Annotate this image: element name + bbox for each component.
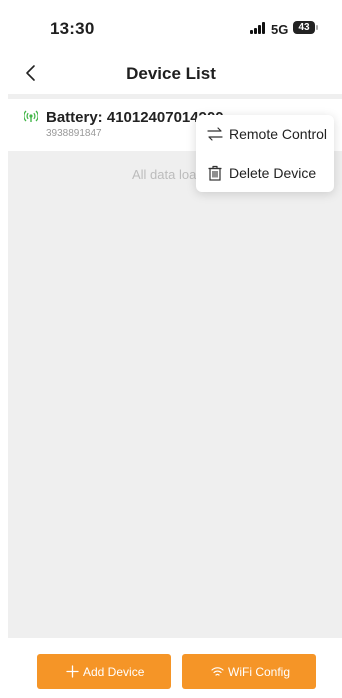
- signal-icon: [250, 22, 268, 34]
- page-title: Device List: [126, 64, 216, 83]
- online-signal-icon: [24, 110, 38, 122]
- menu-item-label: Remote Control: [229, 126, 328, 142]
- menu-item-label: Delete Device: [229, 165, 317, 181]
- wifi-icon: [211, 667, 224, 676]
- device-serial: 3938891847: [46, 128, 102, 139]
- network-type: 5G: [271, 22, 289, 37]
- list-footer-text: All data loa: [132, 167, 197, 182]
- wifi-config-label: WiFi Config: [228, 665, 291, 679]
- battery-icon: 43: [293, 21, 318, 34]
- status-time: 13:30: [50, 19, 95, 38]
- trash-icon: [208, 165, 222, 181]
- swap-arrows-icon: [207, 127, 223, 141]
- status-bar: 13:30 5G 43: [0, 0, 342, 52]
- device-action-menu: Remote Control Delete Device: [196, 115, 334, 192]
- plus-icon: [66, 665, 79, 678]
- menu-item-remote-control[interactable]: Remote Control: [196, 115, 334, 153]
- nav-bar: Device List: [0, 52, 342, 94]
- add-device-label: Add Device: [83, 665, 145, 679]
- add-device-button[interactable]: Add Device: [37, 654, 171, 689]
- menu-item-delete-device[interactable]: Delete Device: [196, 154, 334, 192]
- wifi-config-button[interactable]: WiFi Config: [182, 654, 316, 689]
